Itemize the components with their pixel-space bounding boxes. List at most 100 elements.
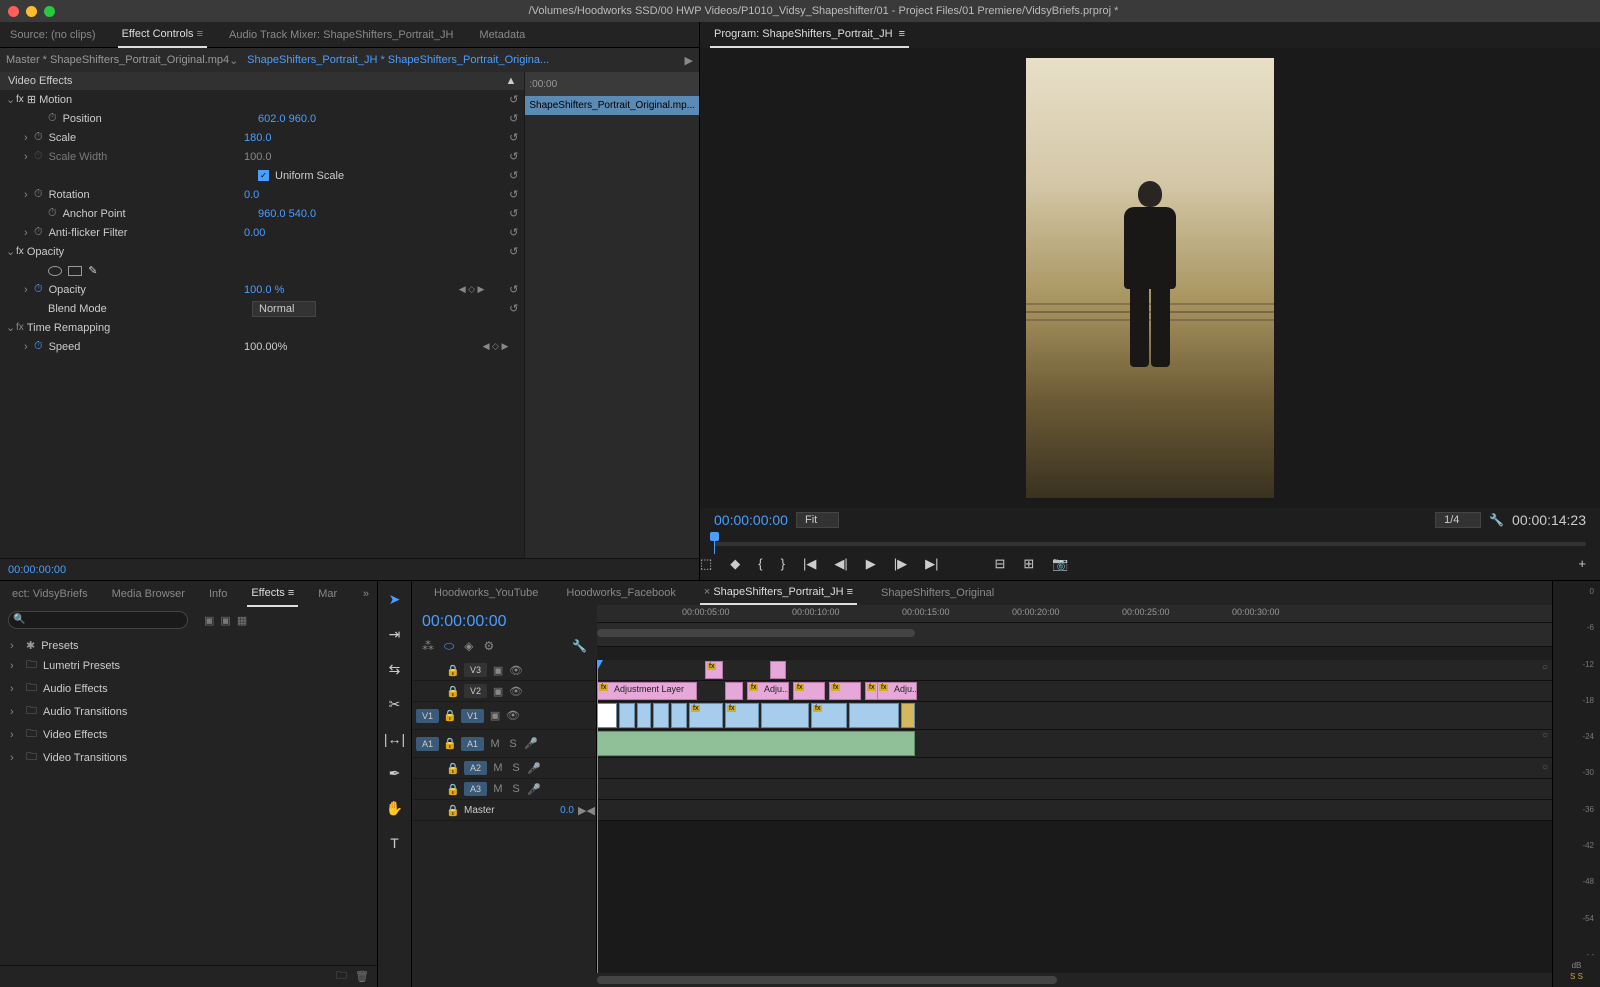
expand-icon[interactable]: › [24,227,34,239]
eye-icon[interactable]: 👁 [509,664,523,677]
stopwatch-icon[interactable]: ⏱ [34,188,43,201]
mute-icon[interactable]: M [491,783,505,795]
type-tool-icon[interactable]: T [386,831,403,855]
program-tab[interactable]: Program: ShapeShifters_Portrait_JH ≡ [710,22,909,48]
expand-icon[interactable]: ⌄ [6,93,16,106]
new-bin-icon[interactable]: 🗀 [336,967,347,986]
source-patch[interactable]: A1 [416,737,439,751]
track-target[interactable]: V1 [461,709,484,723]
track-target[interactable]: A3 [464,782,487,796]
mute-icon[interactable]: M [491,762,505,774]
track-target[interactable]: A2 [464,761,487,775]
fx-badge-icon[interactable]: fx [16,246,24,257]
reset-icon[interactable]: ↺ [509,169,518,182]
sequence-tab[interactable]: Hoodworks_YouTube [430,582,542,604]
reset-icon[interactable]: ↺ [509,131,518,144]
marker-icon[interactable]: ◈ [464,639,473,654]
effects-tree-item[interactable]: ›✱Presets [0,637,377,654]
fx-badge-icon[interactable]: ▣ [220,614,230,627]
ec-mini-timeline[interactable]: :00:00 ShapeShifters_Portrait_Original.m… [524,72,699,558]
program-scrubber[interactable] [714,534,1586,546]
program-viewer[interactable] [700,48,1600,508]
in-point-icon[interactable]: { [758,556,762,572]
ec-footer-timecode[interactable]: 00:00:00:00 [8,564,66,576]
slip-tool-icon[interactable]: |↔| [380,727,409,751]
keyframe-nav[interactable]: ◀ ◇ ▶ [483,341,509,352]
delete-icon[interactable]: 🗑 [355,970,369,983]
playhead-icon[interactable] [714,534,715,554]
panel-menu-icon[interactable]: ≡ [288,587,294,599]
ec-clip-bar[interactable]: ShapeShifters_Portrait_Original.mp... [525,96,699,115]
snap-icon[interactable]: ⁂ [422,639,434,654]
fx-badge-icon[interactable]: fx [16,94,24,105]
lock-icon[interactable]: 🔒 [443,709,457,722]
timeline-clip[interactable] [770,661,786,679]
step-forward-icon[interactable]: |▶ [894,556,907,572]
close-window-button[interactable] [8,6,19,17]
stopwatch-icon[interactable]: ⏱ [48,207,57,220]
solo-icon[interactable]: S [509,762,523,774]
marker-icon[interactable]: ◆ [730,556,740,572]
opacity-value[interactable]: 100.0 % [244,284,444,296]
eye-icon[interactable]: 👁 [509,685,523,698]
fx-badge-icon[interactable]: ▣ [204,614,214,627]
rotation-value[interactable]: 0.0 [244,189,444,201]
voiceover-icon[interactable]: 🎤 [527,783,541,796]
timeline-playhead[interactable] [597,660,598,973]
speed-value[interactable]: 100.00% [244,341,444,353]
play-icon[interactable]: ▶ [685,54,693,67]
reset-icon[interactable]: ↺ [509,188,518,201]
solo-icon[interactable]: S [509,783,523,795]
info-tab[interactable]: Info [205,582,231,606]
section-toggle-icon[interactable]: ▲ [505,75,516,87]
timeline-audio-clip[interactable] [597,731,915,756]
sequence-tab[interactable]: ShapeShifters_Original [877,582,998,604]
add-button-icon[interactable]: + [1578,556,1586,571]
toggle-output-icon[interactable]: ▣ [491,664,505,677]
rect-mask-icon[interactable] [68,266,82,276]
uniform-scale-checkbox[interactable]: ✓ [258,170,269,181]
track-zoom-handle[interactable]: ○ [1542,762,1548,773]
work-area-bar[interactable] [597,629,915,637]
lock-icon[interactable]: 🔒 [446,685,460,698]
source-tab[interactable]: Source: (no clips) [6,23,100,47]
voiceover-icon[interactable]: 🎤 [527,762,541,775]
pen-mask-icon[interactable]: ✎ [88,264,97,277]
scrollbar-thumb[interactable] [597,976,1057,984]
yuv-badge-icon[interactable]: ▦ [237,614,247,627]
master-level[interactable]: 0.0 [560,805,574,816]
lock-icon[interactable]: 🔒 [443,737,457,750]
stopwatch-icon[interactable]: ⏱ [48,112,57,125]
position-value[interactable]: 602.0 960.0 [258,113,458,125]
opacity-effect-label[interactable]: Opacity [27,246,64,258]
wrench-icon[interactable]: 🔧 [572,639,587,654]
wrench-icon[interactable]: 🔧 [1489,513,1504,527]
timeline-clip[interactable]: fx [689,703,723,728]
sequence-tab[interactable]: × ShapeShifters_Portrait_JH ≡ [700,581,857,605]
scale-value[interactable]: 180.0 [244,132,444,144]
timeline-clip[interactable] [653,703,669,728]
add-marker-icon[interactable]: ⬚ [700,556,712,572]
effect-controls-tab[interactable]: Effect Controls ≡ [118,22,207,48]
expand-icon[interactable]: › [24,189,34,201]
lock-icon[interactable]: 🔒 [446,804,460,817]
panel-menu-icon[interactable]: ≡ [899,28,905,40]
ec-clip-name[interactable]: ShapeShifters_Portrait_JH * ShapeShifter… [247,54,684,66]
stopwatch-icon[interactable]: ⏱ [34,131,43,144]
eye-icon[interactable]: 👁 [506,709,520,722]
export-frame-icon[interactable]: 📷 [1052,556,1068,572]
expand-icon[interactable]: › [24,284,34,296]
effects-search-input[interactable] [8,611,188,629]
effects-tree-item[interactable]: ›🗀Lumetri Presets [0,654,377,677]
effects-tree-item[interactable]: ›🗀Video Transitions [0,746,377,769]
timeline-ruler[interactable]: 00:00:05:00 00:00:10:00 00:00:15:00 00:0… [597,605,1552,623]
timeline-clip[interactable]: fx [829,682,861,700]
lift-icon[interactable]: ⊟ [994,556,1005,572]
anchor-value[interactable]: 960.0 540.0 [258,208,458,220]
mute-icon[interactable]: M [488,738,502,750]
timeline-clip[interactable]: fx [725,703,759,728]
effects-tree-item[interactable]: ›🗀Audio Effects [0,677,377,700]
lock-icon[interactable]: 🔒 [446,783,460,796]
timeline-clip[interactable] [637,703,651,728]
stopwatch-icon[interactable]: ⏱ [34,340,43,353]
